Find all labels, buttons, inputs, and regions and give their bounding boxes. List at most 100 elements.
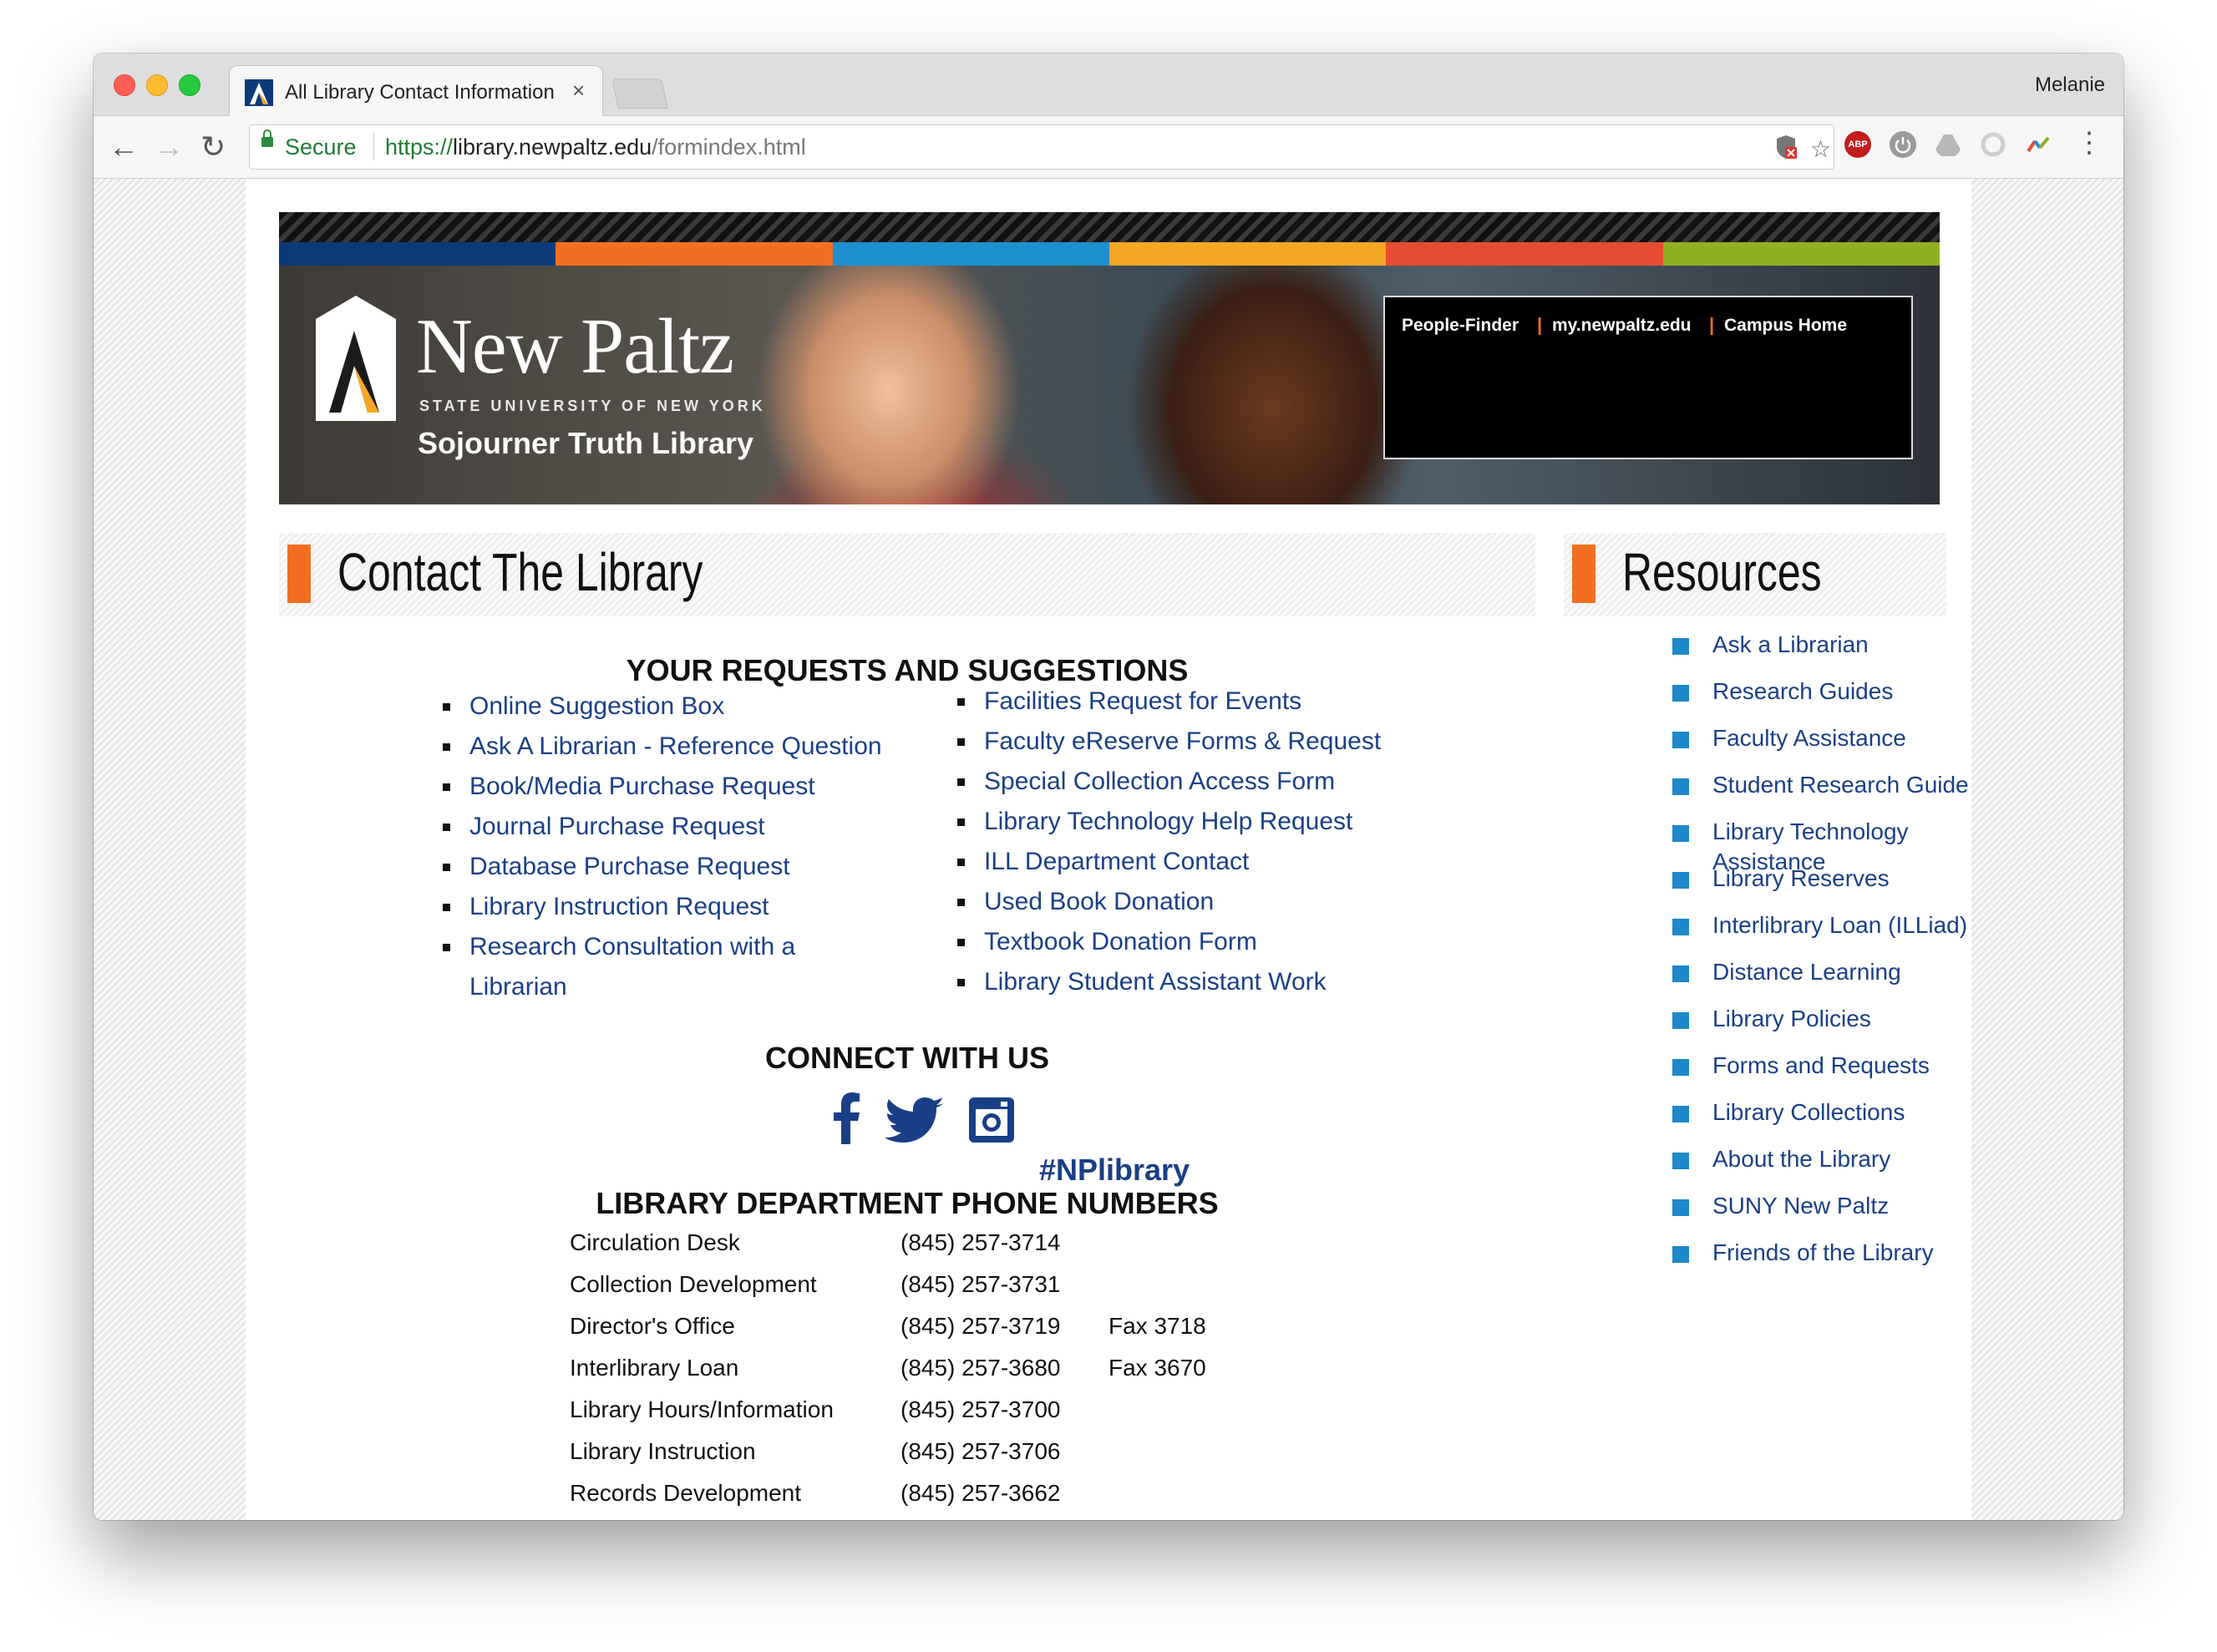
sidebar-item: Forms and Requests [1671,1051,1971,1097]
people-finder-link[interactable]: People-Finder [1402,316,1519,336]
request-link[interactable]: Research Consultation with a Librarian [469,933,795,1001]
lock-icon [261,129,273,147]
request-link[interactable]: Book/Media Purchase Request [469,773,815,800]
hashtag-link[interactable]: #NPlibrary [1039,1153,1190,1188]
my-newpaltz-link[interactable]: my.newpaltz.edu [1552,316,1691,336]
request-link[interactable]: Database Purchase Request [469,853,790,880]
facebook-icon[interactable] [832,1092,860,1144]
color-segment [832,242,1109,266]
address-bar[interactable]: Secure https://library.newpaltz.edu/form… [249,124,1834,170]
resource-link[interactable]: Library Policies [1712,1006,1871,1031]
sidebar-item: Friends of the Library [1671,1238,1971,1285]
requests-list-right: Facilities Request for Events Faculty eR… [957,682,1459,1002]
site-banner: New Paltz STATE UNIVERSITY OF NEW YORK S… [279,212,1940,504]
resource-link[interactable]: About the Library [1712,1146,1890,1172]
tab-close-icon[interactable]: × [572,78,585,104]
list-item: Library Technology Help Request [957,802,1459,842]
request-link[interactable]: Online Suggestion Box [469,692,724,720]
resource-link[interactable]: Library Reserves [1712,865,1890,891]
banner-stripe [279,212,1940,242]
color-segment [1386,242,1663,266]
resource-link[interactable]: Student Research Guide [1712,772,1969,798]
resources-title: Resources [1622,542,1822,602]
request-link[interactable]: Special Collection Access Form [984,768,1335,795]
url-host: library.newpaltz.edu [453,134,652,160]
back-arrow-icon[interactable]: ← [109,126,139,168]
menu-dots-icon[interactable]: ⋮ [2075,126,2103,160]
request-link[interactable]: Library Instruction Request [469,893,769,920]
close-window-button[interactable] [114,74,135,96]
adblock-plus-icon[interactable]: ABP [1844,131,1871,158]
request-link[interactable]: Ask A Librarian - Reference Question [469,732,882,760]
url-text[interactable]: https://library.newpaltz.edu/formindex.h… [385,134,806,160]
sidebar-item: Student Research Guide [1671,770,1971,817]
sidebar-item: SUNY New Paltz [1671,1191,1971,1238]
link-separator: | [1537,314,1543,335]
minimize-window-button[interactable] [146,74,168,96]
title-bar: All Library Contact Information × Melani… [94,53,2123,116]
browser-tab[interactable]: All Library Contact Information × [229,65,603,116]
department-name: Library Instruction [570,1438,756,1464]
reload-icon[interactable]: ↻ [200,126,226,168]
resource-link[interactable]: Forms and Requests [1712,1052,1930,1078]
request-link[interactable]: ILL Department Contact [984,848,1249,875]
blocked-content-icon[interactable] [1773,134,1798,160]
department-name: Collection Development [570,1271,817,1297]
phone-number: (845) 257-3700 [900,1396,1061,1422]
sidebar-item: Library Reserves [1671,864,1971,910]
new-tab-button[interactable] [611,79,668,109]
bookmark-star-icon[interactable]: ☆ [1810,135,1831,163]
request-link[interactable]: Textbook Donation Form [984,928,1257,955]
resource-link[interactable]: Ask a Librarian [1712,631,1869,657]
forward-arrow-icon[interactable]: → [154,126,184,168]
resource-link[interactable]: Library Collections [1712,1099,1905,1125]
zoom-window-button[interactable] [179,74,200,96]
fax-number: Fax 3718 [1108,1313,1206,1339]
accent-bar [1572,545,1596,603]
department-name: Director's Office [570,1313,735,1339]
page-title: Contact The Library [337,542,703,602]
sidebar-item: Library Policies [1671,1004,1971,1051]
resource-link[interactable]: SUNY New Paltz [1712,1193,1889,1219]
list-item: Database Purchase Request [443,847,911,887]
connect-heading: CONNECT WITH US [765,1041,1049,1075]
twitter-icon[interactable] [885,1097,944,1146]
color-segment [1108,242,1387,266]
browser-toolbar: ← → ↻ Secure https://library.newpaltz.ed… [94,116,2123,179]
list-item: Library Student Assistant Work [957,962,1459,1002]
list-item: Library Instruction Request [443,887,911,927]
color-picker-icon[interactable] [2025,131,2052,158]
resource-link[interactable]: Faculty Assistance [1712,725,1906,751]
page-content: New Paltz STATE UNIVERSITY OF NEW YORK S… [246,179,1971,1520]
campus-home-link[interactable]: Campus Home [1724,316,1847,336]
list-item: Journal Purchase Request [443,807,911,847]
list-item: Textbook Donation Form [957,922,1459,962]
drive-icon[interactable] [1935,131,1961,158]
new-paltz-logo-icon[interactable] [312,296,396,421]
sidebar-item: Library Collections [1671,1097,1971,1144]
sync-icon[interactable] [1980,131,2006,158]
resource-link[interactable]: Interlibrary Loan (ILLiad) [1712,912,1967,938]
phone-number: (845) 257-3680 [900,1355,1061,1381]
instagram-icon[interactable] [967,1096,1016,1144]
resource-link[interactable]: Research Guides [1712,678,1893,704]
power-icon[interactable] [1890,131,1916,158]
resource-link[interactable]: Friends of the Library [1712,1239,1934,1265]
fax-number: Fax 3670 [1108,1355,1206,1381]
link-separator: | [1709,314,1715,335]
department-name: Circulation Desk [570,1229,740,1255]
list-item: Special Collection Access Form [957,762,1459,802]
request-link[interactable]: Journal Purchase Request [469,813,765,840]
request-link[interactable]: Library Student Assistant Work [984,968,1327,996]
list-item: Research Consultation with a Librarian [443,927,820,1007]
resources-section-header: Resources [1564,533,1946,616]
banner-color-bar [279,242,1940,266]
department-name: Interlibrary Loan [570,1355,739,1381]
request-link[interactable]: Library Technology Help Request [984,808,1352,835]
profile-name[interactable]: Melanie [2035,73,2105,97]
request-link[interactable]: Facilities Request for Events [984,687,1301,715]
list-item: Online Suggestion Box [443,687,911,727]
resource-link[interactable]: Distance Learning [1712,959,1901,985]
request-link[interactable]: Faculty eReserve Forms & Request [984,727,1381,755]
request-link[interactable]: Used Book Donation [984,888,1214,915]
